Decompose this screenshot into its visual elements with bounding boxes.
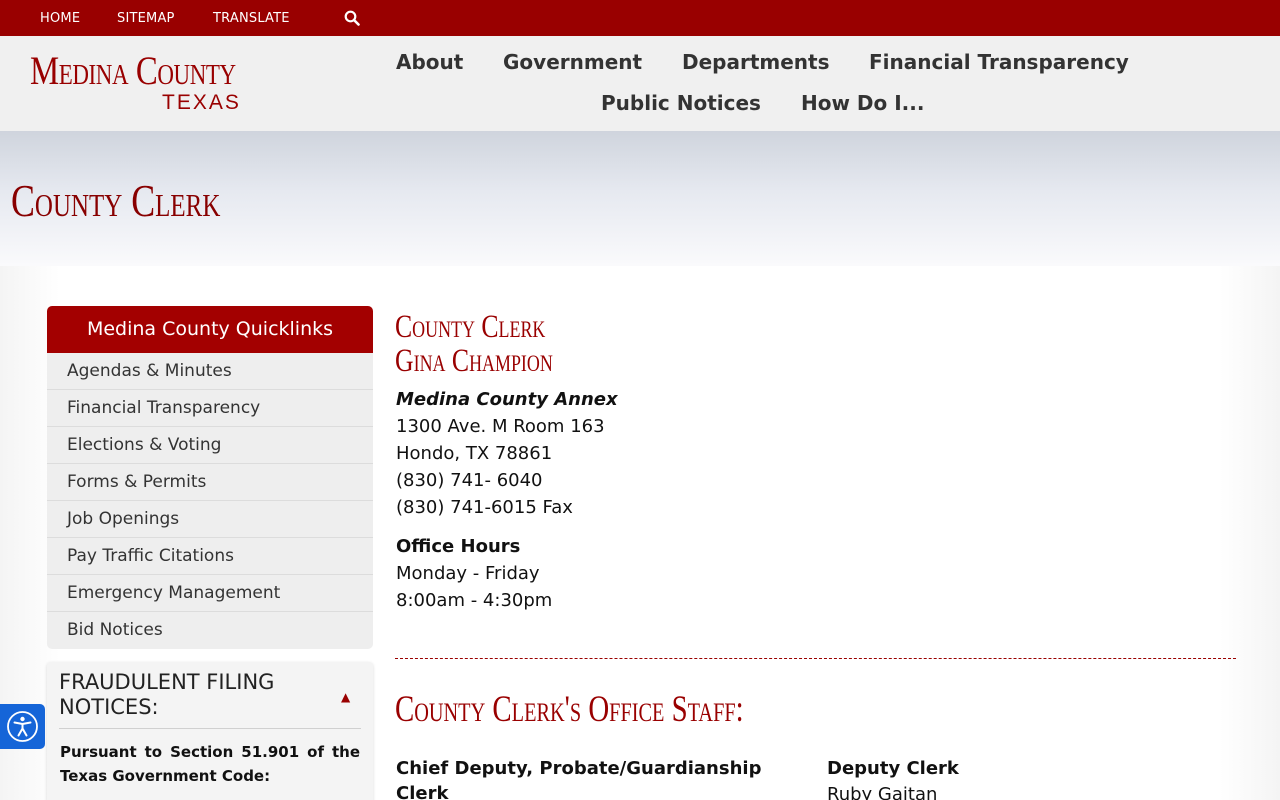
- quicklink-financial-transparency[interactable]: Financial Transparency: [47, 390, 373, 427]
- quicklink-pay-traffic-citations[interactable]: Pay Traffic Citations: [47, 538, 373, 575]
- collapse-caret-icon[interactable]: ▲: [341, 690, 350, 704]
- office-times: 8:00am - 4:30pm: [396, 590, 553, 611]
- page-banner: County Clerk: [0, 131, 1280, 266]
- quicklink-emergency-management[interactable]: Emergency Management: [47, 575, 373, 612]
- sitemap-link[interactable]: SITEMAP: [117, 11, 175, 26]
- accordion-title[interactable]: FRAUDULENT FILING NOTICES:: [59, 670, 309, 720]
- staff-role-deputy-clerk: Deputy Clerk: [827, 758, 959, 779]
- utility-bar: HOME SITEMAP TRANSLATE: [0, 0, 1280, 36]
- accessibility-icon: [7, 711, 38, 742]
- search-icon[interactable]: [344, 10, 360, 26]
- divider: [59, 728, 361, 729]
- phone-number[interactable]: (830) 741- 6040: [396, 467, 543, 494]
- section-divider: [395, 658, 1236, 659]
- site-header: Medina County TEXAS About Government Dep…: [0, 36, 1280, 131]
- office-days: Monday - Friday: [396, 563, 540, 584]
- quicklink-job-openings[interactable]: Job Openings: [47, 501, 373, 538]
- fax-number: (830) 741-6015 Fax: [396, 497, 573, 518]
- accordion-text: Pursuant to Section 51.901 of the Texas …: [60, 743, 360, 785]
- staff-name-deputy-clerk: Ruby Gaitan: [827, 784, 938, 800]
- address-line: 1300 Ave. M Room 163: [396, 416, 605, 437]
- staff-heading: County Clerk's Office Staff:: [395, 689, 744, 730]
- nav-how-do-i[interactable]: How Do I...: [801, 91, 924, 115]
- home-link[interactable]: HOME: [40, 11, 80, 26]
- city-line: Hondo, TX 78861: [396, 443, 553, 464]
- nav-government[interactable]: Government: [503, 50, 642, 74]
- quicklinks-panel: Medina County Quicklinks Agendas & Minut…: [47, 306, 373, 649]
- logo-county-name[interactable]: Medina County: [30, 50, 236, 92]
- page-title: County Clerk: [11, 175, 221, 226]
- nav-financial-transparency[interactable]: Financial Transparency: [869, 50, 1129, 74]
- clerk-name: Gina Champion: [395, 343, 553, 379]
- quicklink-agendas-minutes[interactable]: Agendas & Minutes: [47, 353, 373, 390]
- quicklink-forms-permits[interactable]: Forms & Permits: [47, 464, 373, 501]
- translate-link[interactable]: TRANSLATE: [213, 11, 290, 26]
- accessibility-button[interactable]: [0, 704, 45, 749]
- nav-public-notices[interactable]: Public Notices: [601, 91, 761, 115]
- fraudulent-filing-accordion: FRAUDULENT FILING NOTICES: ▲ Pursuant to…: [47, 662, 373, 800]
- logo-state[interactable]: TEXAS: [162, 92, 241, 114]
- quicklink-elections-voting[interactable]: Elections & Voting: [47, 427, 373, 464]
- nav-departments[interactable]: Departments: [682, 50, 830, 74]
- office-hours-heading: Office Hours: [396, 536, 521, 557]
- office-location: Medina County Annex: [396, 389, 618, 410]
- nav-about[interactable]: About: [396, 50, 463, 74]
- staff-role-chief-deputy: Chief Deputy, Probate/Guardianship Clerk: [396, 758, 762, 800]
- quicklinks-title: Medina County Quicklinks: [47, 306, 373, 353]
- clerk-title: County Clerk: [395, 309, 546, 345]
- quicklink-bid-notices[interactable]: Bid Notices: [47, 612, 373, 649]
